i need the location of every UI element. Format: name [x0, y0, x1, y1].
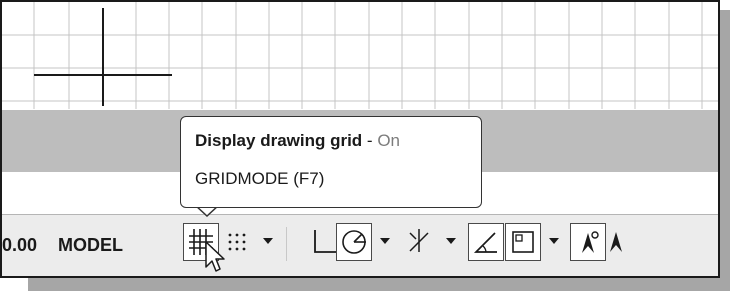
auto-scale-icon — [610, 232, 622, 252]
grid-lines — [2, 2, 718, 109]
mouse-pointer-icon — [205, 241, 225, 272]
auto-scale-button[interactable] — [606, 223, 626, 261]
drawing-canvas[interactable] — [2, 2, 718, 109]
snap-dropdown-arrow-icon[interactable] — [260, 233, 276, 249]
annotation-visibility-button[interactable] — [570, 223, 606, 261]
osnap-dropdown-arrow-icon[interactable] — [443, 233, 459, 249]
polar-icon — [342, 230, 366, 254]
drop-shadow-right — [720, 10, 730, 291]
tooltip-title: Display drawing grid - On — [195, 131, 400, 151]
polar-tracking-button[interactable] — [336, 223, 372, 261]
selection-dropdown-arrow-icon[interactable] — [546, 233, 562, 249]
autocad-window-crop: 0.00 MODEL Display drawing grid - On GRI… — [0, 0, 720, 278]
osnap-track-icon — [409, 229, 429, 252]
model-space-button[interactable]: MODEL — [58, 235, 123, 256]
drawing-grid — [2, 2, 718, 109]
object-snap-tracking-button[interactable] — [402, 223, 438, 261]
coordinate-readout: 0.00 — [2, 235, 38, 255]
annotation-visibility-icon — [582, 231, 599, 253]
dynamic-ucs-icon — [473, 232, 497, 253]
dynamic-ucs-button[interactable] — [468, 223, 504, 261]
tooltip-title-text: Display drawing grid — [195, 131, 363, 150]
divider — [286, 227, 287, 261]
crosshair-cursor — [34, 8, 172, 106]
tooltip-separator: - — [362, 131, 378, 150]
selection-cycling-button[interactable] — [505, 223, 541, 261]
tooltip-command: GRIDMODE (F7) — [195, 169, 325, 188]
grid-tooltip: Display drawing grid - On GRIDMODE (F7) — [180, 116, 482, 208]
polar-dropdown-arrow-icon[interactable] — [377, 233, 393, 249]
tooltip-state: On — [377, 131, 400, 150]
drop-shadow-bottom — [28, 278, 730, 291]
status-bar: 0.00 MODEL — [2, 215, 718, 276]
selection-cycling-icon — [512, 231, 534, 253]
